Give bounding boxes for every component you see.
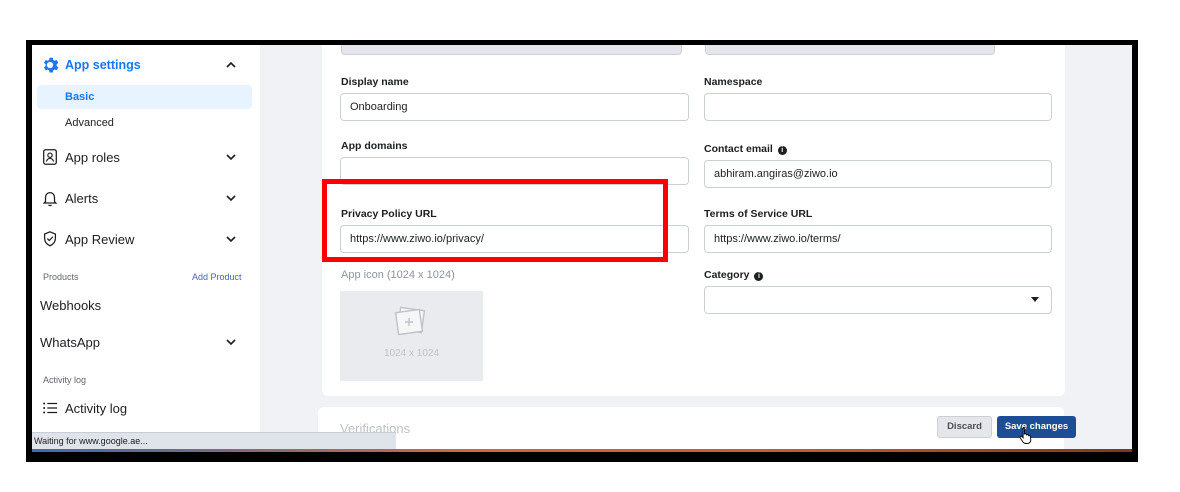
- app-icon-size-text: 1024 x 1024: [383, 348, 440, 359]
- sidebar-item-advanced-label: Advanced: [65, 117, 114, 129]
- browser-status-bar: Waiting for www.google.ae...: [32, 432, 396, 450]
- nav-app-review[interactable]: App Review: [32, 226, 260, 252]
- privacy-policy-highlight-box: [322, 179, 668, 262]
- footer-bar: Verifications Discard Save changes: [318, 407, 1076, 452]
- app-icon-label: App icon (1024 x 1024): [341, 269, 455, 281]
- info-icon: i: [754, 272, 764, 281]
- bell-icon: [40, 188, 60, 208]
- add-product-link[interactable]: Add Product: [192, 272, 242, 282]
- chevron-down-icon: [226, 154, 236, 161]
- list-icon: [40, 398, 60, 418]
- sidebar-item-basic-label: Basic: [65, 91, 95, 103]
- taskbar-strip: [32, 449, 1132, 452]
- nav-app-review-label: App Review: [65, 231, 135, 247]
- app-icon-upload[interactable]: 1024 x 1024: [340, 291, 483, 381]
- hand-cursor-icon: [1019, 427, 1032, 444]
- chevron-down-icon: [226, 195, 236, 202]
- namespace-label: Namespace: [704, 76, 763, 88]
- nav-app-roles-label: App roles: [65, 149, 120, 165]
- products-section-label: Products: [43, 272, 79, 282]
- app-id-field-partial: [341, 45, 682, 55]
- nav-activity-log-label: Activity log: [65, 400, 128, 416]
- app-screen: App settings Basic Advanced App roles Al…: [32, 45, 1132, 452]
- gear-icon: [40, 55, 60, 75]
- category-select[interactable]: [704, 286, 1052, 314]
- id-card-icon: [40, 147, 60, 167]
- app-domains-label: App domains: [341, 140, 408, 152]
- nav-alerts[interactable]: Alerts: [32, 185, 260, 211]
- sidebar-item-advanced[interactable]: Advanced: [37, 111, 252, 135]
- nav-webhooks[interactable]: Webhooks: [40, 298, 101, 313]
- nav-whatsapp-label: WhatsApp: [40, 334, 100, 350]
- save-changes-button[interactable]: Save changes: [997, 416, 1076, 438]
- nav-app-settings[interactable]: App settings: [32, 52, 260, 78]
- discard-button[interactable]: Discard: [937, 416, 992, 438]
- activity-section-label: Activity log: [43, 375, 87, 385]
- namespace-input[interactable]: [704, 93, 1052, 121]
- chevron-down-icon: [226, 339, 236, 346]
- sidebar: App settings Basic Advanced App roles Al…: [32, 45, 260, 452]
- nav-alerts-label: Alerts: [65, 190, 99, 206]
- chevron-down-icon: [226, 236, 236, 243]
- app-secret-field-partial: [705, 45, 995, 55]
- display-name-label: Display name: [341, 76, 409, 88]
- nav-app-roles[interactable]: App roles: [32, 144, 260, 170]
- nav-app-settings-label: App settings: [65, 58, 141, 72]
- shield-check-icon: [40, 229, 60, 249]
- category-label: Category i: [704, 269, 764, 281]
- image-placeholder-icon: [394, 306, 426, 336]
- contact-email-label-text: Contact email: [704, 143, 773, 155]
- nav-whatsapp[interactable]: WhatsApp: [32, 329, 260, 355]
- caret-down-icon: [1031, 297, 1039, 302]
- chevron-up-icon: [226, 61, 236, 68]
- sidebar-item-basic[interactable]: Basic: [37, 85, 252, 109]
- info-icon: i: [777, 146, 787, 155]
- contact-email-label: Contact email i: [704, 143, 787, 155]
- terms-of-service-input[interactable]: https://www.ziwo.io/terms/: [704, 225, 1052, 253]
- category-label-text: Category: [704, 269, 750, 281]
- terms-of-service-label: Terms of Service URL: [704, 208, 813, 220]
- nav-activity-log[interactable]: Activity log: [32, 395, 260, 421]
- display-name-input[interactable]: Onboarding: [340, 93, 689, 121]
- contact-email-input[interactable]: abhiram.angiras@ziwo.io: [704, 160, 1052, 188]
